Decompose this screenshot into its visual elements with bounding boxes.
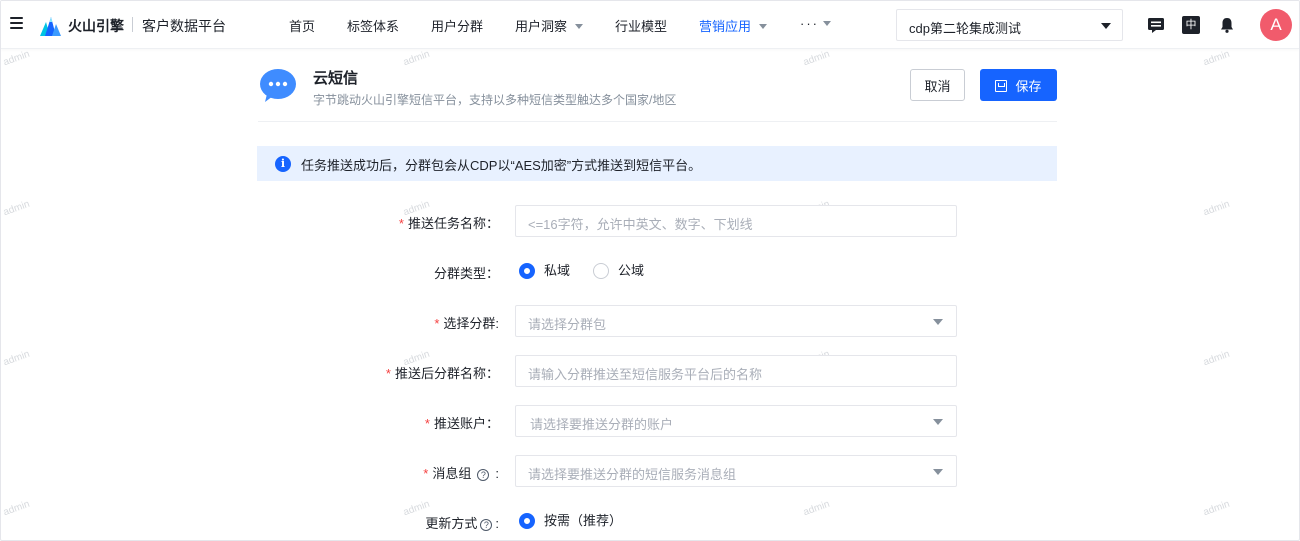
info-banner-text: 任务推送成功后，分群包会从CDP以“AES加密”方式推送到短信平台。: [301, 158, 702, 173]
project-select[interactable]: cdp第二轮集成测试: [896, 9, 1123, 41]
chevron-down-icon: [933, 419, 943, 425]
watermark: admin: [1, 198, 32, 219]
watermark: admin: [1, 348, 32, 369]
watermark: admin: [1201, 498, 1232, 519]
message-group-select[interactable]: 请选择要推送分群的短信服务消息组: [515, 455, 957, 487]
brand-name: 火山引擎: [68, 18, 124, 34]
save-button[interactable]: 保存: [980, 69, 1057, 101]
app-frame: 火山引擎 客户数据平台 首页 标签体系 用户分群 用户洞察 行业模型 营销应用 …: [0, 0, 1300, 541]
task-name-input[interactable]: <=16字符，允许中英文、数字、下划线: [515, 205, 957, 237]
account-select-placeholder: 请选择要推送分群的账户: [530, 417, 674, 432]
pushed-name-placeholder: 请输入分群推送至短信服务平台后的名称: [528, 367, 763, 382]
product-name: 客户数据平台: [142, 18, 226, 34]
radio-unchecked-icon: [593, 263, 609, 279]
watermark: admin: [401, 48, 432, 69]
nav-marketing-apps[interactable]: 营销应用: [699, 16, 768, 35]
required-asterisk: *: [385, 366, 391, 381]
account-select-label: * 推送账户：: [424, 416, 499, 431]
pushed-name-input[interactable]: 请输入分群推送至短信服务平台后的名称: [515, 355, 957, 387]
brand-divider: [132, 17, 133, 32]
page-subtitle: 字节跳动火山引擎短信平台，支持以多种短信类型触达多个国家/地区: [313, 93, 677, 107]
task-name-label: * 推送任务名称：: [398, 216, 499, 231]
account-select[interactable]: 请选择要推送分群的账户: [515, 405, 957, 437]
nav-home[interactable]: 首页: [289, 16, 315, 35]
help-icon[interactable]: ?: [477, 469, 490, 481]
watermark: admin: [1201, 348, 1232, 369]
info-icon: i: [275, 156, 291, 172]
required-asterisk: *: [434, 316, 440, 331]
watermark: admin: [1, 498, 32, 519]
volcengine-logo-icon: [40, 17, 61, 36]
nav-industry-model[interactable]: 行业模型: [615, 16, 667, 35]
pushed-name-label: * 推送后分群名称：: [385, 366, 499, 381]
watermark: admin: [1201, 198, 1232, 219]
required-asterisk: *: [398, 216, 404, 231]
info-banner: i 任务推送成功后，分群包会从CDP以“AES加密”方式推送到短信平台。: [257, 146, 1057, 181]
cancel-button[interactable]: 取消: [910, 69, 965, 101]
project-select-value: cdp第二轮集成测试: [909, 21, 1021, 36]
watermark: admin: [801, 498, 832, 519]
segment-select[interactable]: 请选择分群包: [515, 305, 957, 337]
segment-select-label: * 选择分群:: [434, 316, 499, 331]
segment-select-placeholder: 请选择分群包: [528, 317, 607, 332]
help-icon[interactable]: ?: [480, 519, 493, 531]
menu-icon[interactable]: [10, 17, 23, 29]
nav-tag-system[interactable]: 标签体系: [347, 16, 399, 35]
chevron-down-icon: [823, 21, 831, 26]
nav-more[interactable]: ···: [800, 16, 831, 31]
user-avatar[interactable]: A: [1260, 9, 1292, 41]
segment-type-radio-public[interactable]: 公域: [593, 263, 653, 279]
chevron-down-icon: [933, 319, 943, 325]
bell-icon[interactable]: [1218, 16, 1236, 34]
radio-checked-icon: [519, 263, 535, 279]
nav-user-segments[interactable]: 用户分群: [431, 16, 483, 35]
chevron-down-icon: [933, 469, 943, 475]
nav-user-insight[interactable]: 用户洞察: [515, 16, 584, 35]
watermark: admin: [801, 48, 832, 69]
sms-chat-icon: [260, 69, 296, 102]
watermark: admin: [1201, 48, 1232, 69]
language-icon[interactable]: 中: [1182, 16, 1200, 34]
chevron-down-icon: [1101, 23, 1111, 29]
task-name-placeholder: <=16字符，允许中英文、数字、下划线: [528, 217, 753, 232]
segment-type-radio-private[interactable]: 私域: [519, 263, 579, 279]
message-icon[interactable]: [1147, 16, 1165, 34]
update-mode-label: 更新方式?:: [425, 516, 499, 531]
header-divider: [258, 121, 1057, 122]
page-title: 云短信: [313, 70, 359, 87]
required-asterisk: *: [424, 416, 430, 431]
update-mode-radio-on-demand[interactable]: 按需（推荐）: [519, 513, 629, 529]
required-asterisk: *: [423, 466, 429, 481]
chevron-down-icon: [759, 24, 768, 29]
radio-checked-icon: [519, 513, 535, 529]
message-group-placeholder: 请选择要推送分群的短信服务消息组: [528, 467, 737, 482]
watermark: admin: [1, 48, 32, 69]
chevron-down-icon: [575, 24, 584, 29]
top-navbar: 火山引擎 客户数据平台 首页 标签体系 用户分群 用户洞察 行业模型 营销应用 …: [1, 1, 1299, 49]
segment-type-label: 分群类型：: [433, 266, 499, 281]
save-icon: [995, 79, 1008, 92]
message-group-label: * 消息组?:: [423, 466, 499, 481]
